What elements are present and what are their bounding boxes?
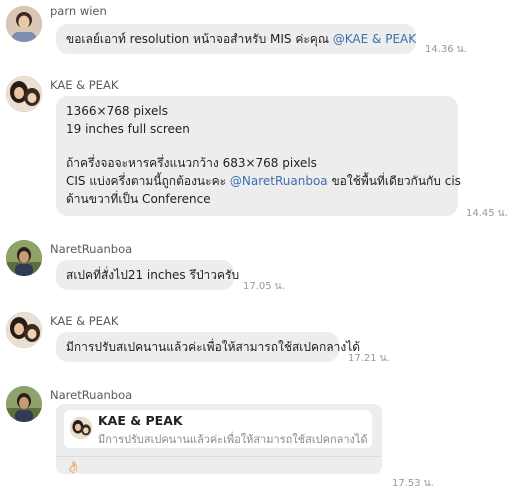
avatar [70, 417, 92, 439]
timestamp: 17.05 น. [243, 281, 285, 292]
timestamp: 14.36 น. [425, 44, 467, 55]
ok-hand-icon: 👌🏻 [66, 460, 81, 474]
timestamp: 14.45 น. [466, 208, 508, 219]
message-bubble[interactable]: มีการปรับสเปคนานแล้วค่ะเพื่อให้สามารถใช้… [56, 332, 361, 362]
message-bubble[interactable]: สเปคที่สั่งไป21 inches รึป่าวครับ [56, 260, 240, 290]
reply-message-bubble[interactable]: KAE & PEAK มีการปรับสเปคนานแล้วค่ะเพื่อใ… [56, 404, 382, 474]
message-line: สเปคที่สั่งไป21 inches รึป่าวครับ [66, 268, 240, 282]
sender-name: NaretRuanboa [50, 388, 133, 402]
avatar[interactable] [6, 6, 42, 42]
chat-message: NaretRuanboa KAE & PEAK มีการปรับสเปคนาน… [0, 380, 517, 497]
timestamp: 17.53 น. [392, 478, 434, 489]
sender-name: parn wien [50, 4, 107, 18]
message-line: 19 inches full screen [66, 122, 190, 136]
quoted-sender: KAE & PEAK [98, 413, 183, 428]
message-line: ด้านขวาที่เป็น Conference [66, 192, 211, 206]
message-line: CIS แบ่งครึ่งตามนี้ถูกต้องนะคะ @NaretRua… [66, 174, 461, 188]
message-line [66, 138, 448, 154]
message-bubble[interactable]: 1366×768 pixels 19 inches full screen ถ้… [56, 96, 461, 216]
quoted-message[interactable]: KAE & PEAK มีการปรับสเปคนานแล้วค่ะเพื่อใ… [64, 410, 372, 448]
avatar[interactable] [6, 240, 42, 276]
sender-name: KAE & PEAK [50, 314, 119, 328]
sender-name: KAE & PEAK [50, 78, 119, 92]
message-line: 1366×768 pixels [66, 104, 168, 118]
message-line: มีการปรับสเปคนานแล้วค่ะเพื่อให้สามารถใช้… [66, 340, 361, 354]
avatar[interactable] [6, 386, 42, 422]
mention-link[interactable]: @KAE & PEAK [333, 32, 416, 46]
timestamp: 17.21 น. [348, 353, 390, 364]
divider [56, 456, 382, 457]
quoted-text: มีการปรับสเปคนานแล้วค่ะเพื่อให้สามารถใช้… [98, 433, 368, 446]
avatar[interactable] [6, 312, 42, 348]
sender-name: NaretRuanboa [50, 242, 133, 256]
message-line: ขอเลย์เอาท์ resolution หน้าจอสำหรับ MIS … [66, 32, 417, 46]
message-line: ถ้าครึ่งจอจะหารครึ่งแนวกว้าง 683×768 pix… [66, 156, 317, 170]
mention-link[interactable]: @NaretRuanboa [230, 174, 328, 188]
message-bubble[interactable]: ขอเลย์เอาท์ resolution หน้าจอสำหรับ MIS … [56, 24, 416, 54]
avatar[interactable] [6, 76, 42, 112]
